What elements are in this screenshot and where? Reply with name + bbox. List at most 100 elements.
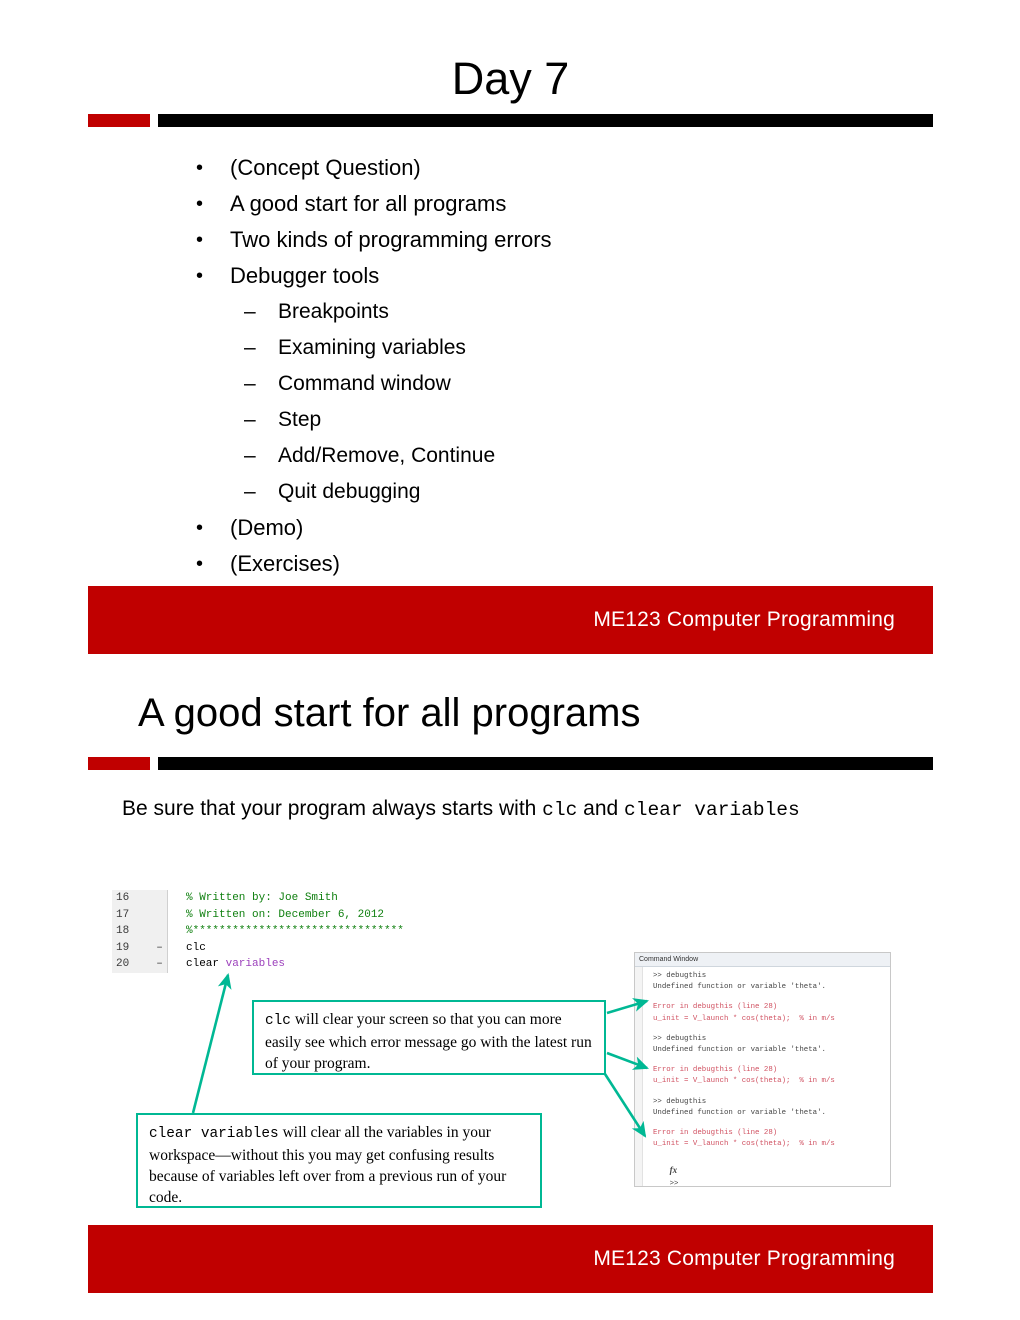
- command-window-prompt[interactable]: fx >>: [635, 1154, 890, 1187]
- inline-code-clear-variables: clear variables: [624, 799, 800, 821]
- bullet-label: (Demo): [230, 515, 304, 540]
- command-window-line: Undefined function or variable 'theta'.: [653, 1108, 826, 1117]
- code-breakpoint-marker[interactable]: –: [152, 956, 168, 973]
- command-window-error-line: u_init = V_launch * cos(theta); % in m/s: [653, 1077, 835, 1086]
- command-window-titlebar: Command Window: [635, 953, 890, 967]
- bullet-item: – Examining variables: [244, 330, 896, 366]
- command-window-line: [635, 1056, 890, 1065]
- bullet-label: Examining variables: [278, 336, 466, 359]
- code-token: %********************************: [186, 925, 404, 938]
- command-window-error-line: Error in debugthis (line 28): [653, 1003, 778, 1012]
- command-window-line: Undefined function or variable 'theta'.: [653, 1045, 826, 1054]
- slide-body-text: Be sure that your program always starts …: [122, 793, 912, 826]
- agenda-bullet-list: • (Concept Question) • A good start for all…: [196, 150, 896, 582]
- accent-red-block-2: [88, 757, 150, 770]
- code-line: 17 % Written on: December 6, 2012: [112, 906, 457, 924]
- code-token: variables: [225, 958, 286, 971]
- callout-clc-text: will clear your screen so that you can m…: [265, 1011, 592, 1072]
- code-breakpoint-marker[interactable]: [152, 906, 168, 924]
- command-window-line: [635, 1088, 890, 1097]
- bullet-marker: –: [244, 372, 256, 395]
- bullet-marker: –: [244, 336, 256, 359]
- code-line-text: %********************************: [168, 923, 457, 940]
- fx-icon: fx: [669, 1165, 678, 1176]
- bullet-item: • (Demo): [196, 510, 896, 546]
- command-window-scrollbar[interactable]: [635, 967, 643, 1186]
- code-line-text: clc: [168, 940, 457, 957]
- title-accent-rule-2: [88, 757, 933, 770]
- command-window-error-line: Error in debugthis (line 28): [653, 1066, 778, 1075]
- command-window-line: [635, 1025, 890, 1034]
- bullet-item: – Step: [244, 402, 896, 438]
- footer-band-2: ME123 Computer Programming: [88, 1225, 933, 1293]
- code-breakpoint-marker[interactable]: –: [152, 939, 168, 957]
- page-title: Day 7: [451, 53, 570, 104]
- code-line: 18 %********************************: [112, 923, 457, 940]
- bullet-label: Debugger tools: [230, 263, 380, 288]
- bullet-marker: –: [244, 300, 256, 323]
- command-window-line: >> debugthis: [653, 1034, 707, 1043]
- command-window-line: [635, 993, 890, 1002]
- code-line-number: 16: [112, 890, 152, 907]
- code-editor-snippet: 16 % Written by: Joe Smith 17 % Written on:…: [112, 890, 457, 973]
- code-line-number: 20: [112, 956, 152, 973]
- bullet-label: Quit debugging: [278, 480, 421, 503]
- code-token: clear: [186, 958, 226, 971]
- code-line-text: % Written on: December 6, 2012: [168, 907, 457, 924]
- callout-clear-code: clear variables: [149, 1126, 279, 1142]
- command-window-error-line: Error in debugthis (line 28): [653, 1128, 778, 1137]
- body-text-part-2: and: [577, 797, 625, 820]
- bullet-label: Step: [278, 408, 322, 431]
- bullet-item: • A good start for all programs: [196, 186, 896, 222]
- bullet-item: – Add/Remove, Continue: [244, 438, 896, 474]
- command-window-body: >> debugthis Undefined function or variab…: [635, 967, 890, 1187]
- matlab-command-window: Command Window >> debugthis Undefined fun…: [634, 952, 891, 1187]
- footer-course-label-2: ME123 Computer Programming: [593, 1247, 895, 1270]
- inline-code-clc: clc: [542, 799, 578, 821]
- code-breakpoint-marker[interactable]: [152, 890, 168, 907]
- code-line: 20– clear variables: [112, 956, 457, 973]
- page-title-2: A good start for all programs: [138, 691, 641, 735]
- code-line: 16 % Written by: Joe Smith: [112, 890, 457, 907]
- bullet-marker: •: [196, 553, 204, 575]
- callout-clear-variables: clear variables will clear all the varia…: [136, 1113, 542, 1208]
- bullet-marker: •: [196, 265, 204, 287]
- bullet-marker: •: [196, 157, 204, 179]
- bullet-marker: •: [196, 517, 204, 539]
- code-line-number: 18: [112, 923, 152, 940]
- bullet-item: • (Exercises): [196, 546, 896, 582]
- bullet-marker: –: [244, 444, 256, 467]
- command-window-error-line: u_init = V_launch * cos(theta); % in m/s: [653, 1014, 835, 1023]
- bullet-label: A good start for all programs: [230, 191, 507, 216]
- bullet-marker: –: [244, 480, 256, 503]
- footer-course-label: ME123 Computer Programming: [593, 608, 895, 631]
- code-line: 19– clc: [112, 939, 457, 957]
- callout-clc-code: clc: [265, 1013, 291, 1029]
- command-window-error-line: u_init = V_launch * cos(theta); % in m/s: [653, 1140, 835, 1149]
- bullet-item: • (Concept Question): [196, 150, 896, 186]
- bullet-item: – Breakpoints: [244, 294, 896, 330]
- bullet-label: (Concept Question): [230, 155, 421, 180]
- bullet-item: – Quit debugging: [244, 474, 896, 510]
- command-window-output: >> debugthis Undefined function or variab…: [635, 971, 890, 1150]
- code-breakpoint-marker[interactable]: [152, 923, 168, 940]
- command-window-line: Undefined function or variable 'theta'.: [653, 983, 826, 992]
- prompt-chevrons: >>: [669, 1179, 679, 1187]
- slide-day-7: Day 7 • (Concept Question) • A good start f…: [0, 0, 1020, 660]
- bullet-item: – Command window: [244, 366, 896, 402]
- command-window-line: >> debugthis: [653, 1097, 707, 1106]
- footer-band: ME123 Computer Programming: [88, 586, 933, 654]
- code-token: % Written on: December 6, 2012: [186, 908, 385, 921]
- bullet-item: • Debugger tools: [196, 258, 896, 294]
- code-line-number: 17: [112, 906, 152, 924]
- title-accent-rule: [88, 114, 933, 127]
- bullet-marker: –: [244, 408, 256, 431]
- bullet-marker: •: [196, 193, 204, 215]
- accent-black-bar-2: [158, 757, 933, 770]
- accent-red-block: [88, 114, 150, 127]
- code-line-number: 19: [112, 939, 152, 957]
- code-line-text: clear variables: [168, 956, 457, 973]
- code-token: % Written by: Joe Smith: [186, 892, 338, 904]
- bullet-label: Command window: [278, 372, 451, 395]
- bullet-label: Two kinds of programming errors: [230, 227, 552, 252]
